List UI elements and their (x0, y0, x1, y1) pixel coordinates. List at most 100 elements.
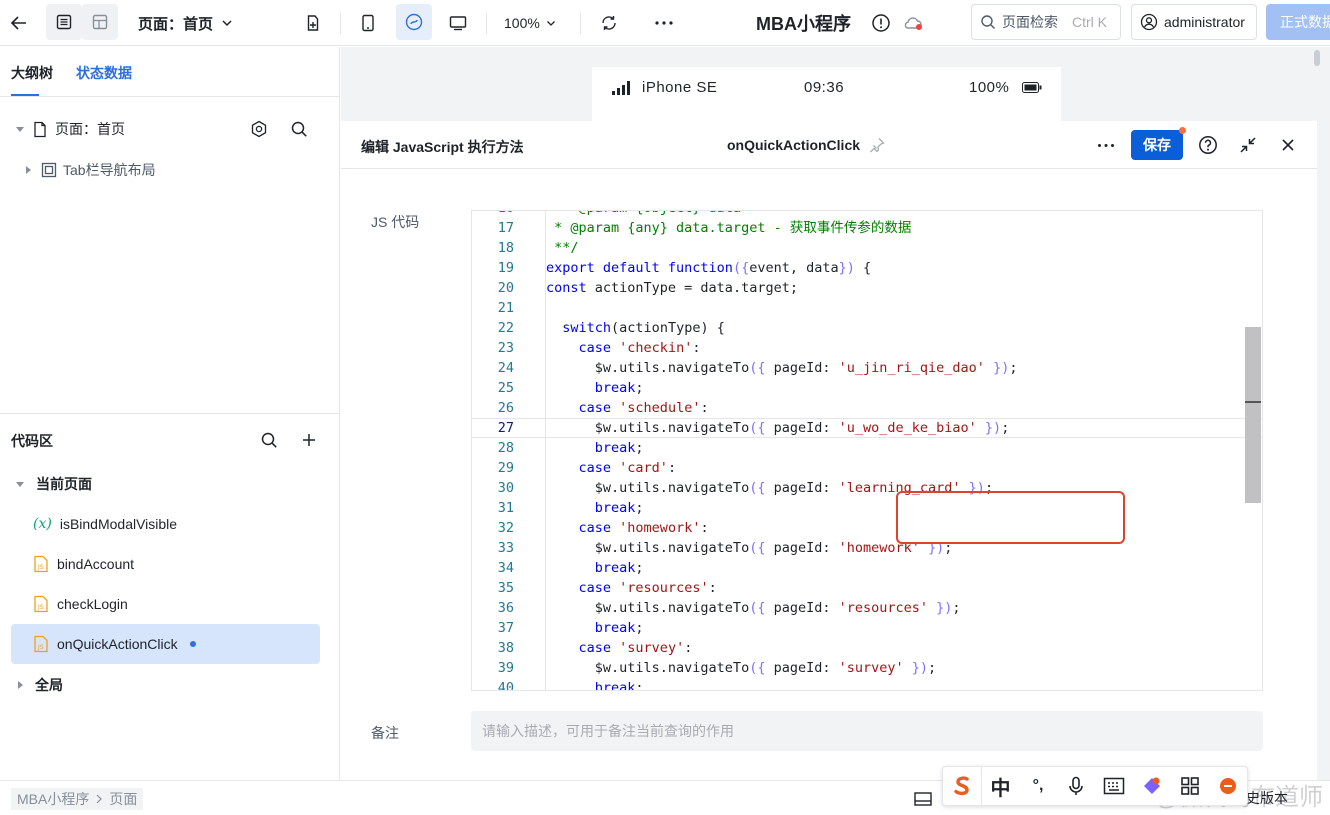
code-line: switch(actionType) { (562, 320, 725, 336)
keyboard-icon[interactable] (1095, 766, 1133, 806)
chevron-right-icon (96, 794, 103, 804)
line-number: 23 (497, 340, 514, 356)
apps-grid-icon[interactable] (1171, 766, 1209, 806)
tree-node-current-page[interactable]: 当前页面 (16, 472, 92, 496)
line-number: 17 (497, 220, 514, 236)
mobile-device-icon[interactable] (360, 0, 376, 46)
code-item-isbindmodalvisible[interactable]: (x) isBindModalVisible (11, 504, 320, 544)
code-line: * @param {object} data (546, 211, 741, 218)
code-line: break; (594, 560, 644, 576)
line-number: 32 (497, 520, 514, 536)
code-item-checklogin[interactable]: JS checkLogin (11, 584, 320, 624)
page-search-input[interactable]: 页面检索 Ctrl K (971, 4, 1121, 40)
editor-scrollbar-thumb[interactable] (1245, 327, 1261, 503)
search-icon[interactable] (260, 431, 278, 449)
breadcrumb-page[interactable]: 页面 (109, 789, 137, 809)
help-icon[interactable] (1196, 133, 1220, 157)
remark-placeholder: 请输入描述，可用于备注当前查询的作用 (482, 723, 734, 739)
app-name: MBA小程序 (756, 14, 851, 34)
microphone-icon[interactable] (1057, 766, 1095, 806)
chevron-down-icon (546, 21, 555, 26)
ime-punctuation[interactable]: °, (1019, 766, 1057, 806)
desktop-device-icon[interactable] (448, 0, 468, 46)
ime-logo-icon[interactable] (943, 766, 981, 806)
signal-icon (612, 81, 630, 95)
scrollbar-cursor-mark (1245, 401, 1261, 403)
line-number: 34 (497, 560, 514, 576)
panel-toggle-icon[interactable] (914, 792, 932, 806)
settings-icon[interactable] (250, 120, 268, 138)
code-item-label: checkLogin (57, 596, 128, 612)
more-icon[interactable] (1094, 133, 1118, 157)
battery-percent: 100% (969, 79, 1010, 96)
tree-node-page[interactable]: 页面：首页 (16, 117, 326, 141)
code-line: case 'checkin': (578, 340, 701, 356)
layout-view-icon[interactable] (82, 4, 118, 40)
divider (580, 12, 581, 34)
tree-node-tab-layout[interactable]: Tab栏导航布局 (26, 158, 156, 182)
code-editor[interactable]: 16 17 18 19 20 21 22 23 24 25 26 27 28 29 30 31 32 33 34 35… (471, 210, 1263, 691)
code-line: case 'card': (578, 460, 677, 476)
svg-text:JS: JS (37, 644, 44, 651)
tree-node-global[interactable]: 全局 (18, 673, 63, 697)
refresh-icon[interactable] (600, 0, 618, 46)
tree-node-tab-layout-label: Tab栏导航布局 (63, 162, 156, 178)
breadcrumb: MBA小程序 页面 (11, 788, 144, 810)
line-number: 21 (497, 300, 514, 316)
line-number: 40 (497, 680, 514, 691)
breadcrumb-app[interactable]: MBA小程序 (17, 789, 89, 809)
remark-input[interactable]: 请输入描述，可用于备注当前查询的作用 (471, 711, 1263, 751)
line-number: 25 (497, 380, 514, 396)
miniprogram-device-icon[interactable] (396, 4, 432, 40)
add-icon[interactable] (302, 433, 316, 447)
collapse-icon[interactable] (1236, 133, 1260, 157)
more-icon[interactable] (654, 0, 674, 46)
tab-outline-tree[interactable]: 大纲树 (11, 63, 53, 83)
search-icon[interactable] (290, 120, 308, 138)
ime-extra-icon[interactable] (1209, 766, 1247, 806)
unsaved-badge (1179, 127, 1186, 134)
publish-button[interactable]: 正式数据 (1266, 4, 1330, 40)
code-area-title: 代码区 (11, 433, 53, 449)
back-arrow-icon[interactable] (10, 0, 28, 46)
code-item-onquickactionclick[interactable]: JS onQuickActionClick (11, 624, 320, 664)
line-number: 19 (497, 260, 514, 276)
remark-label: 备注 (371, 725, 399, 741)
ime-language[interactable]: 中 (981, 766, 1019, 806)
code-line: break; (594, 440, 644, 456)
line-number: 26 (497, 400, 514, 416)
code-line: export default function({event, data}) { (546, 260, 872, 276)
code-line: * @param {any} data.target - 获取事件传参的数据 (546, 220, 912, 236)
line-number: 37 (497, 620, 514, 636)
divider (0, 413, 340, 414)
zoom-value: 100% (504, 15, 540, 31)
search-icon (981, 15, 995, 29)
user-icon (1140, 13, 1158, 31)
close-icon[interactable] (1276, 133, 1300, 157)
code-line: break; (594, 620, 644, 636)
phone-time: 09:36 (804, 79, 845, 96)
canvas-scrollbar[interactable] (1314, 50, 1320, 66)
user-menu[interactable]: administrator (1131, 4, 1257, 40)
save-button[interactable]: 保存 (1131, 130, 1183, 160)
js-file-icon: JS (34, 635, 48, 653)
code-line: $w.utils.navigateTo({ pageId: 'homework'… (546, 540, 953, 556)
username: administrator (1164, 14, 1245, 30)
line-number: 16 (472, 211, 514, 218)
outline-view-icon[interactable] (46, 4, 82, 40)
code-item-bindaccount[interactable]: JS bindAccount (11, 544, 320, 584)
skin-icon[interactable] (1133, 766, 1171, 806)
js-code-label: JS 代码 (371, 214, 420, 230)
line-number: 31 (497, 500, 514, 516)
code-line: break; (594, 380, 644, 396)
ime-toolbar: 中 °, (942, 766, 1248, 806)
tab-state-data[interactable]: 状态数据 (76, 63, 132, 83)
divider (340, 12, 341, 34)
add-page-icon[interactable] (304, 0, 322, 46)
js-file-icon: JS (34, 595, 48, 613)
page-selector[interactable]: 页面：首页 (138, 0, 233, 46)
info-icon[interactable] (871, 0, 891, 46)
pin-icon[interactable] (868, 136, 886, 154)
zoom-selector[interactable]: 100% (504, 0, 556, 46)
cloud-sync-icon[interactable] (902, 0, 924, 46)
